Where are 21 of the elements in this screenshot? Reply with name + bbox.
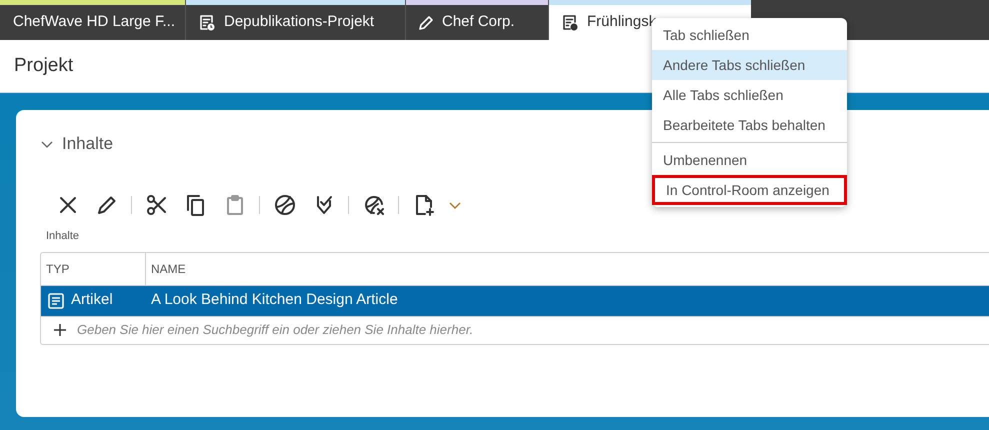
- scheduled-document-icon: [198, 14, 216, 32]
- type-cell-text: Artikel: [71, 290, 113, 310]
- scheduled-document-icon: [561, 14, 579, 32]
- table-row[interactable]: Artikel A Look Behind Kitchen Design Article: [41, 286, 989, 316]
- tab[interactable]: Depublikations-Projekt: [186, 0, 406, 40]
- scissors-icon[interactable]: [144, 193, 168, 217]
- column-header[interactable]: TYP: [41, 252, 146, 284]
- column-header[interactable]: NAME: [146, 252, 989, 284]
- menu-item[interactable]: In Control-Room anzeigen: [652, 175, 847, 205]
- name-cell-text: A Look Behind Kitchen Design Article: [150, 290, 398, 310]
- add-content-field[interactable]: Geben Sie hier einen Suchbegriff ein oder ziehen Sie Inhalte hierher.: [77, 320, 989, 340]
- menu-item[interactable]: Andere Tabs schließen: [652, 50, 847, 80]
- article-icon: [47, 292, 65, 310]
- plus-icon[interactable]: [53, 323, 67, 337]
- menu-item[interactable]: Alle Tabs schließen: [652, 80, 847, 110]
- globe-icon[interactable]: [272, 193, 296, 217]
- page-title: Projekt: [14, 54, 74, 78]
- pencil-icon: [418, 14, 434, 30]
- tab[interactable]: Chef Corp.: [406, 0, 549, 40]
- table-label: Inhalte: [46, 229, 80, 244]
- tab[interactable]: ChefWave HD Large F...: [0, 0, 186, 40]
